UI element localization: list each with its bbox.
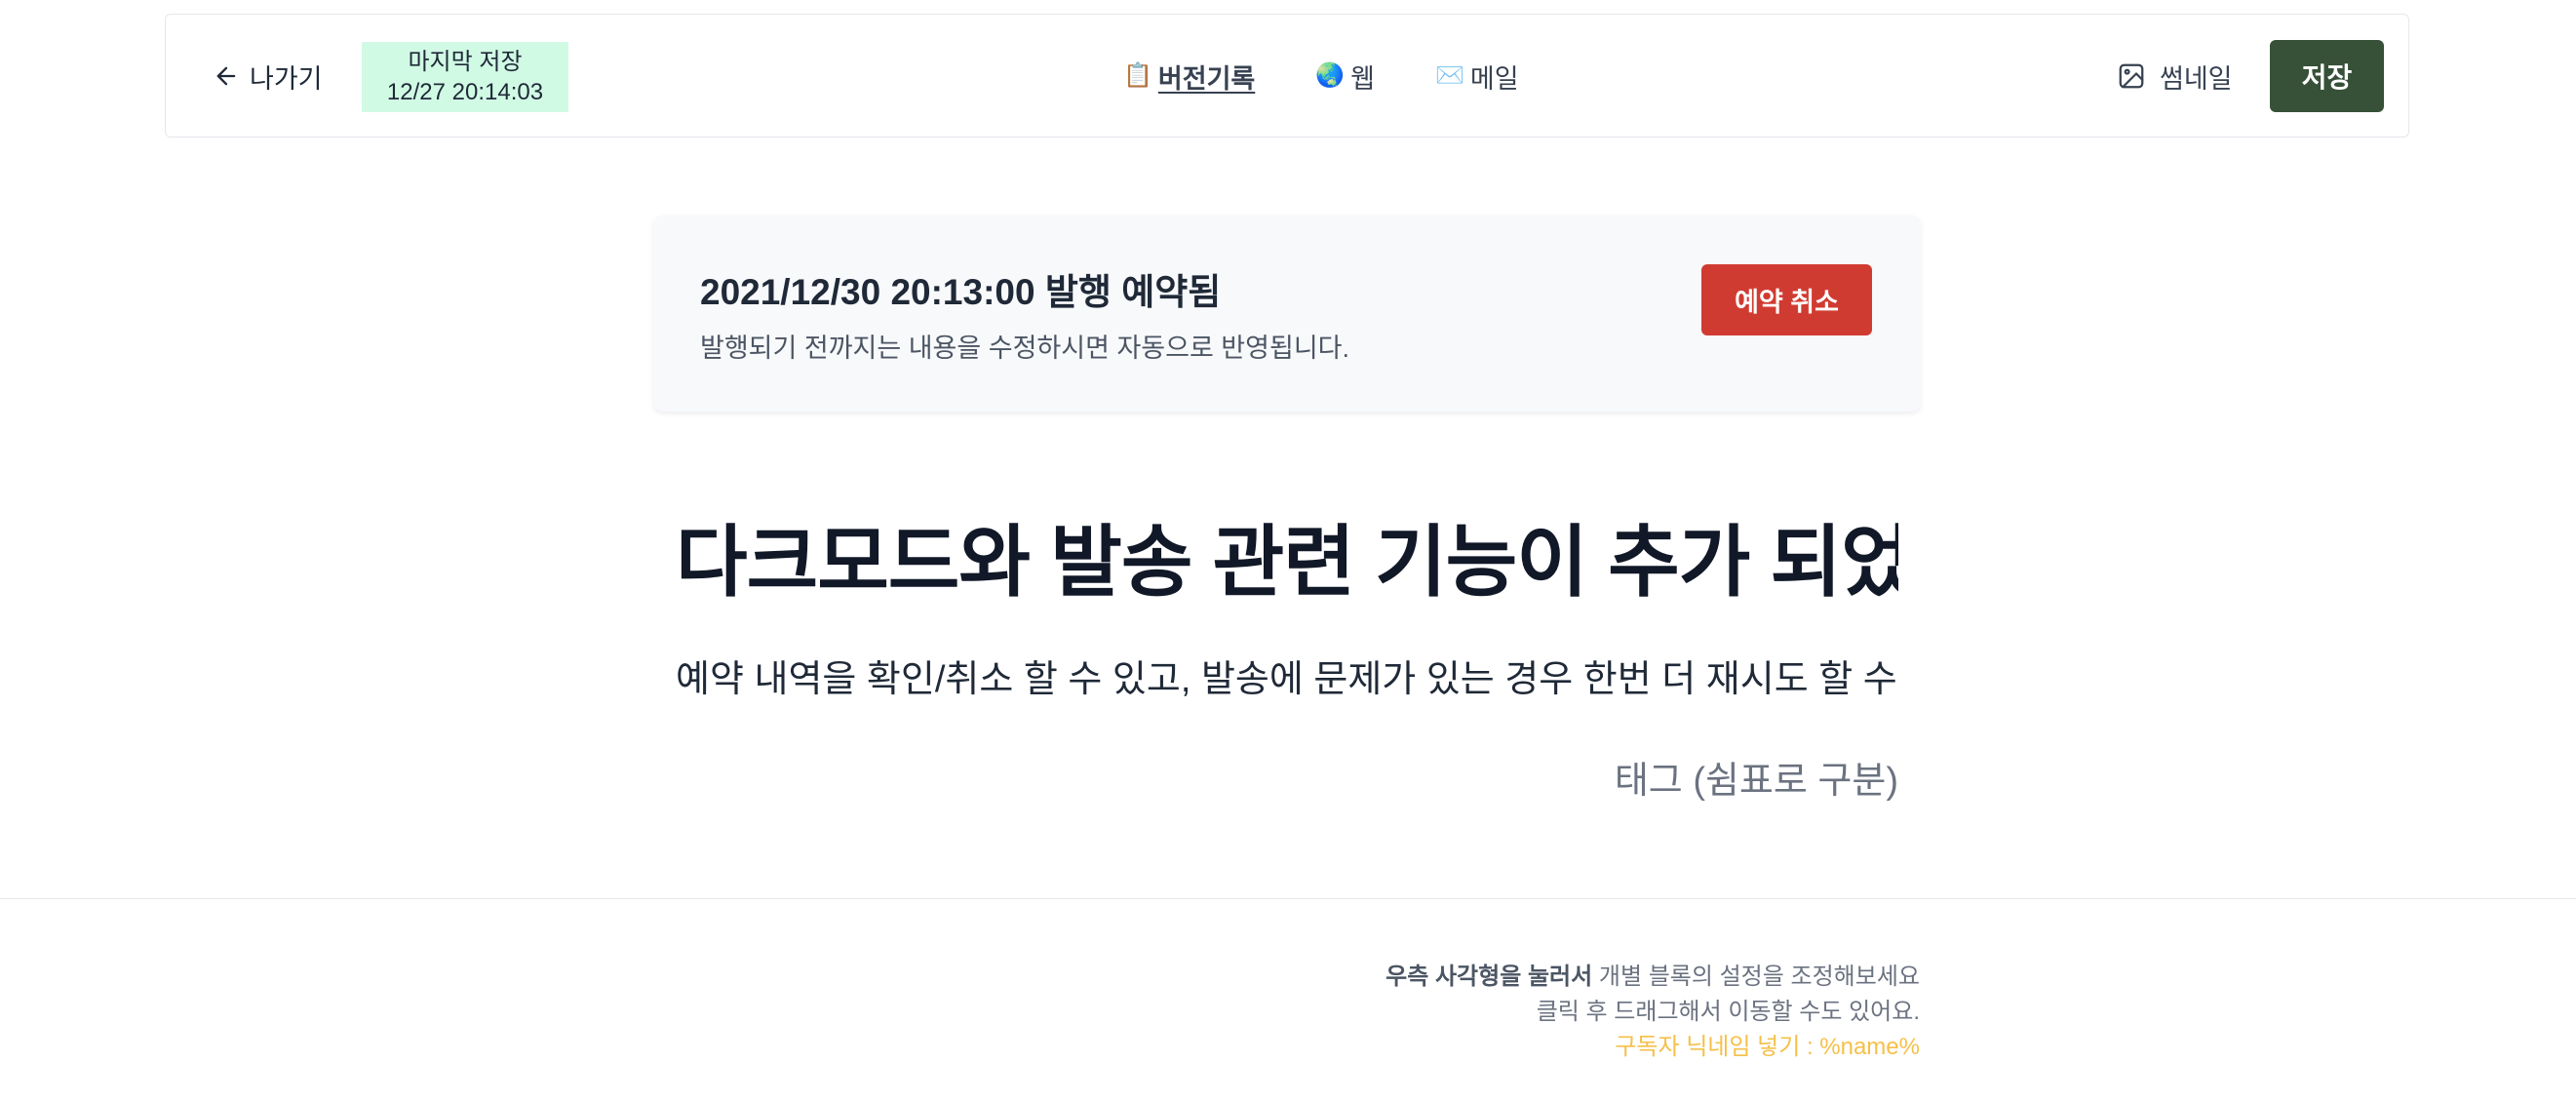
last-saved-badge: 마지막 저장 12/27 20:14:03 xyxy=(362,42,568,112)
hint-nickname: 구독자 닉네임 넣기 : %name% xyxy=(1615,1034,1920,1060)
hint-line-1: 우측 사각형을 눌러서 개별 블록의 설정을 조정해보세요 xyxy=(1386,960,1920,995)
schedule-card: 2021/12/30 20:13:00 발행 예약됨 발행되기 전까지는 내용을… xyxy=(653,216,1921,412)
last-saved-label: 마지막 저장 xyxy=(408,49,523,75)
editor-toolbar: 나가기 마지막 저장 12/27 20:14:03 📋 버전기록 🌏 웹 ✉️ … xyxy=(165,14,2409,138)
editor-hints: 우측 사각형을 눌러서 개별 블록의 설정을 조정해보세요 클릭 후 드래그해서… xyxy=(1386,960,1920,1065)
hint-line-2: 클릭 후 드래그해서 이동할 수도 있어요. xyxy=(1536,999,1920,1025)
nav-mail[interactable]: ✉️ 메일 xyxy=(1435,58,1519,96)
hint-line-1-rest: 개별 블록의 설정을 조정해보세요 xyxy=(1592,964,1920,990)
globe-icon: 🌏 xyxy=(1315,62,1346,89)
arrow-left-icon xyxy=(216,66,236,86)
nav-mail-label: 메일 xyxy=(1469,63,1519,94)
schedule-description: 발행되기 전까지는 내용을 수정하시면 자동으로 반영됩니다. xyxy=(700,334,1350,363)
tag-input[interactable]: 태그 (쉼표로 구분) xyxy=(1615,750,1898,804)
image-icon xyxy=(2119,63,2144,89)
post-title-input[interactable]: 다크모드와 발송 관련 기능이 추가 되었어요 xyxy=(676,499,1898,612)
nav-version-history-label: 버전기록 xyxy=(1157,63,1256,94)
nav-web[interactable]: 🌏 웹 xyxy=(1315,58,1375,96)
last-saved-time: 12/27 20:14:03 xyxy=(386,79,544,105)
nav-version-history[interactable]: 📋 버전기록 xyxy=(1123,58,1255,96)
thumbnail-button-label: 썸네일 xyxy=(2160,63,2233,94)
post-subtitle-input[interactable]: 예약 내역을 확인/취소 할 수 있고, 발송에 문제가 있는 경우 한번 더 … xyxy=(676,649,1898,702)
clipboard-icon: 📋 xyxy=(1123,62,1152,89)
envelope-icon: ✉️ xyxy=(1435,62,1464,89)
thumbnail-button[interactable]: 썸네일 xyxy=(2117,50,2233,102)
section-divider xyxy=(0,898,2576,899)
view-nav: 📋 버전기록 🌏 웹 ✉️ 메일 xyxy=(1123,50,1519,102)
hint-line-1-bold: 우측 사각형을 눌러서 xyxy=(1386,964,1593,990)
cancel-schedule-button[interactable]: 예약 취소 xyxy=(1701,264,1872,335)
nav-web-label: 웹 xyxy=(1350,63,1375,94)
back-button-label: 나가기 xyxy=(250,63,323,94)
save-button[interactable]: 저장 xyxy=(2270,40,2384,112)
post-editor: 다크모드와 발송 관련 기능이 추가 되었어요 예약 내역을 확인/취소 할 수… xyxy=(676,468,1898,819)
schedule-title: 2021/12/30 20:13:00 발행 예약됨 xyxy=(700,272,1222,312)
back-button[interactable]: 나가기 xyxy=(213,50,323,102)
